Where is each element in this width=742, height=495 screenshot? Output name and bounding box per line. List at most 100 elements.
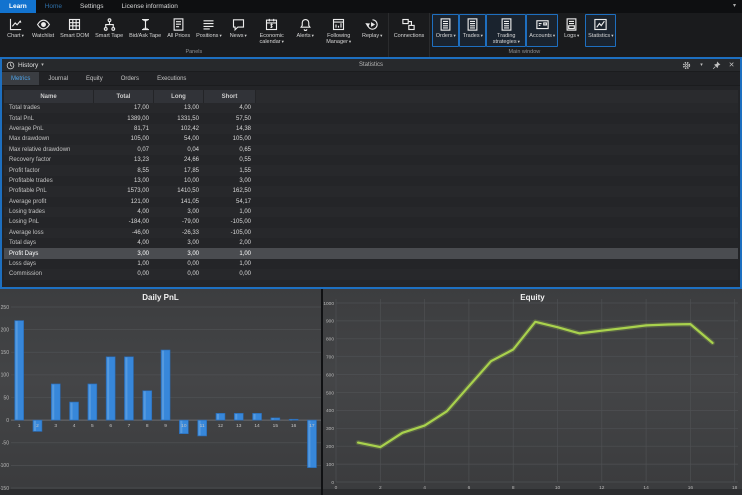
toolbar-button-orders[interactable]: Orders▾ xyxy=(432,14,459,47)
table-row-max-relative-drawdown[interactable]: Max relative drawdown0,070,040,65 xyxy=(4,145,738,155)
panel-titlebar: History ▾ Statistics ▾ ✕ xyxy=(2,59,740,72)
toolbar-button-smart-dom[interactable]: Smart DOM xyxy=(57,14,92,47)
smart-dom-grid-icon xyxy=(67,17,82,32)
positions-list-icon xyxy=(201,17,216,32)
cell-short: 1,00 xyxy=(204,261,256,267)
cell-long: 3,00 xyxy=(154,209,204,215)
dropdown-caret-icon: ▾ xyxy=(481,33,483,38)
cell-name: Max drawdown xyxy=(4,136,94,142)
table-row-commission[interactable]: Commission0,000,000,00 xyxy=(4,269,738,279)
menu-tab-license-information[interactable]: License information xyxy=(113,0,187,13)
cell-total: 121,00 xyxy=(94,199,154,205)
toolbar-button-all-prices[interactable]: All Prices xyxy=(164,14,193,47)
cell-total: 0,07 xyxy=(94,147,154,153)
toolbar-button-accounts[interactable]: Accounts▾ xyxy=(526,14,558,47)
connections-icon xyxy=(401,17,416,32)
all-prices-doc-icon xyxy=(171,17,186,32)
close-icon[interactable]: ✕ xyxy=(727,61,736,70)
cell-short: 0,55 xyxy=(204,157,256,163)
column-header-long[interactable]: Long xyxy=(154,90,204,103)
menu-tab-settings[interactable]: Settings xyxy=(71,0,113,13)
svg-text:14: 14 xyxy=(254,423,260,429)
tab-equity[interactable]: Equity xyxy=(77,72,112,85)
cell-long: 54,00 xyxy=(154,136,204,142)
positions-list-icon xyxy=(201,17,216,32)
svg-text:7: 7 xyxy=(128,423,131,429)
toolbar-button-label: Positions▾ xyxy=(196,33,222,39)
calendar-icon xyxy=(264,17,279,32)
cell-short: -105,00 xyxy=(204,219,256,225)
bidask-ibeam-icon xyxy=(138,17,153,32)
cell-long: 0,00 xyxy=(154,261,204,267)
statistics-chart-icon xyxy=(593,17,608,32)
panel-menu-caret-icon[interactable]: ▾ xyxy=(697,61,706,70)
tab-metrics[interactable]: Metrics xyxy=(2,72,39,85)
tab-journal[interactable]: Journal xyxy=(39,72,77,85)
table-row-losing-trades[interactable]: Losing trades4,003,001,00 xyxy=(4,207,738,217)
cell-long: 3,00 xyxy=(154,251,204,257)
table-header: NameTotalLongShort xyxy=(4,90,738,103)
svg-text:1: 1 xyxy=(18,423,21,429)
table-row-average-pnl[interactable]: Average PnL81,71102,4214,38 xyxy=(4,124,738,134)
svg-text:10: 10 xyxy=(181,423,187,429)
cell-long: -26,33 xyxy=(154,230,204,236)
table-row-loss-days[interactable]: Loss days1,000,001,00 xyxy=(4,259,738,269)
cell-total: 13,00 xyxy=(94,178,154,184)
cell-short: 14,38 xyxy=(204,126,256,132)
table-row-average-profit[interactable]: Average profit121,00141,0554,17 xyxy=(4,197,738,207)
toolbar-button-connections[interactable]: Connections xyxy=(391,14,428,47)
table-row-total-pnl[interactable]: Total PnL1389,001331,5057,50 xyxy=(4,113,738,123)
toolbar-button-watchlist[interactable]: Watchlist xyxy=(29,14,57,47)
toolbar-button-label: Orders▾ xyxy=(436,33,456,39)
svg-text:150: 150 xyxy=(1,350,10,356)
toolbar-button-smart-tape[interactable]: Smart Tape xyxy=(92,14,126,47)
toolbar-group-label: Panels xyxy=(2,48,386,57)
dropdown-caret-icon: ▾ xyxy=(611,33,613,38)
toolbar-button-chart[interactable]: Chart▾ xyxy=(2,14,29,47)
table-row-total-trades[interactable]: Total trades17,0013,004,00 xyxy=(4,103,738,113)
cell-name: Losing PnL xyxy=(4,219,94,225)
toolbar-button-replay[interactable]: Replay▾ xyxy=(359,14,386,47)
cell-name: Loss days xyxy=(4,261,94,267)
table-row-profit-days[interactable]: Profit Days3,003,001,00 xyxy=(4,248,738,258)
panel-tabbar: MetricsJournalEquityOrdersExecutions xyxy=(2,72,740,86)
svg-text:17: 17 xyxy=(309,423,315,429)
toolbar-button-logs[interactable]: Logs▾ xyxy=(558,14,585,47)
pin-icon[interactable] xyxy=(712,61,721,70)
panel-title-caret-icon[interactable]: ▾ xyxy=(41,62,44,68)
column-header-total[interactable]: Total xyxy=(94,90,154,103)
panel-list-icon xyxy=(465,17,480,32)
column-header-short[interactable]: Short xyxy=(204,90,256,103)
cell-long: 0,00 xyxy=(154,271,204,277)
table-row-profitable-pnl[interactable]: Profitable PnL1573,001410,50162,50 xyxy=(4,186,738,196)
learn-button[interactable]: Learn xyxy=(0,0,36,13)
table-row-profitable-trades[interactable]: Profitable trades13,0010,003,00 xyxy=(4,176,738,186)
ribbon-collapse-caret-icon[interactable]: ▾ xyxy=(733,0,736,13)
toolbar-button-bid-ask-tape[interactable]: Bid/Ask Tape xyxy=(126,14,164,47)
menu-tab-home[interactable]: Home xyxy=(36,0,71,13)
table-row-max-drawdown[interactable]: Max drawdown105,0054,00105,00 xyxy=(4,134,738,144)
panel-list-icon xyxy=(499,17,514,32)
column-header-name[interactable]: Name xyxy=(4,90,94,103)
toolbar-button-alerts[interactable]: Alerts▾ xyxy=(292,14,319,47)
toolbar-button-statistics[interactable]: Statistics▾ xyxy=(585,14,616,47)
news-bubble-icon xyxy=(231,17,246,32)
toolbar-button-trading-strategies[interactable]: Trading strategies▾ xyxy=(486,14,526,47)
table-row-losing-pnl[interactable]: Losing PnL-184,00-79,00-105,00 xyxy=(4,217,738,227)
tab-orders[interactable]: Orders xyxy=(112,72,148,85)
settings-gear-icon[interactable] xyxy=(682,61,691,70)
toolbar-button-positions[interactable]: Positions▾ xyxy=(193,14,225,47)
toolbar-button-economic-calendar[interactable]: Economic calendar▾ xyxy=(252,14,292,47)
toolbar-button-news[interactable]: News▾ xyxy=(225,14,252,47)
toolbar-button-trades[interactable]: Trades▾ xyxy=(459,14,486,47)
ribbon: Learn HomeSettingsLicense information ▾ … xyxy=(0,0,742,57)
table-row-profit-factor[interactable]: Profit factor8,5517,851,55 xyxy=(4,165,738,175)
news-bubble-icon xyxy=(231,17,246,32)
toolbar-button-following-manager[interactable]: Following Manager▾ xyxy=(319,14,359,47)
table-row-total-days[interactable]: Total days4,003,002,00 xyxy=(4,238,738,248)
svg-text:18: 18 xyxy=(732,485,738,491)
tab-executions[interactable]: Executions xyxy=(148,72,195,85)
table-row-recovery-factor[interactable]: Recovery factor13,2324,660,55 xyxy=(4,155,738,165)
cell-name: Commission xyxy=(4,271,94,277)
table-row-average-loss[interactable]: Average loss-46,00-26,33-105,00 xyxy=(4,228,738,238)
